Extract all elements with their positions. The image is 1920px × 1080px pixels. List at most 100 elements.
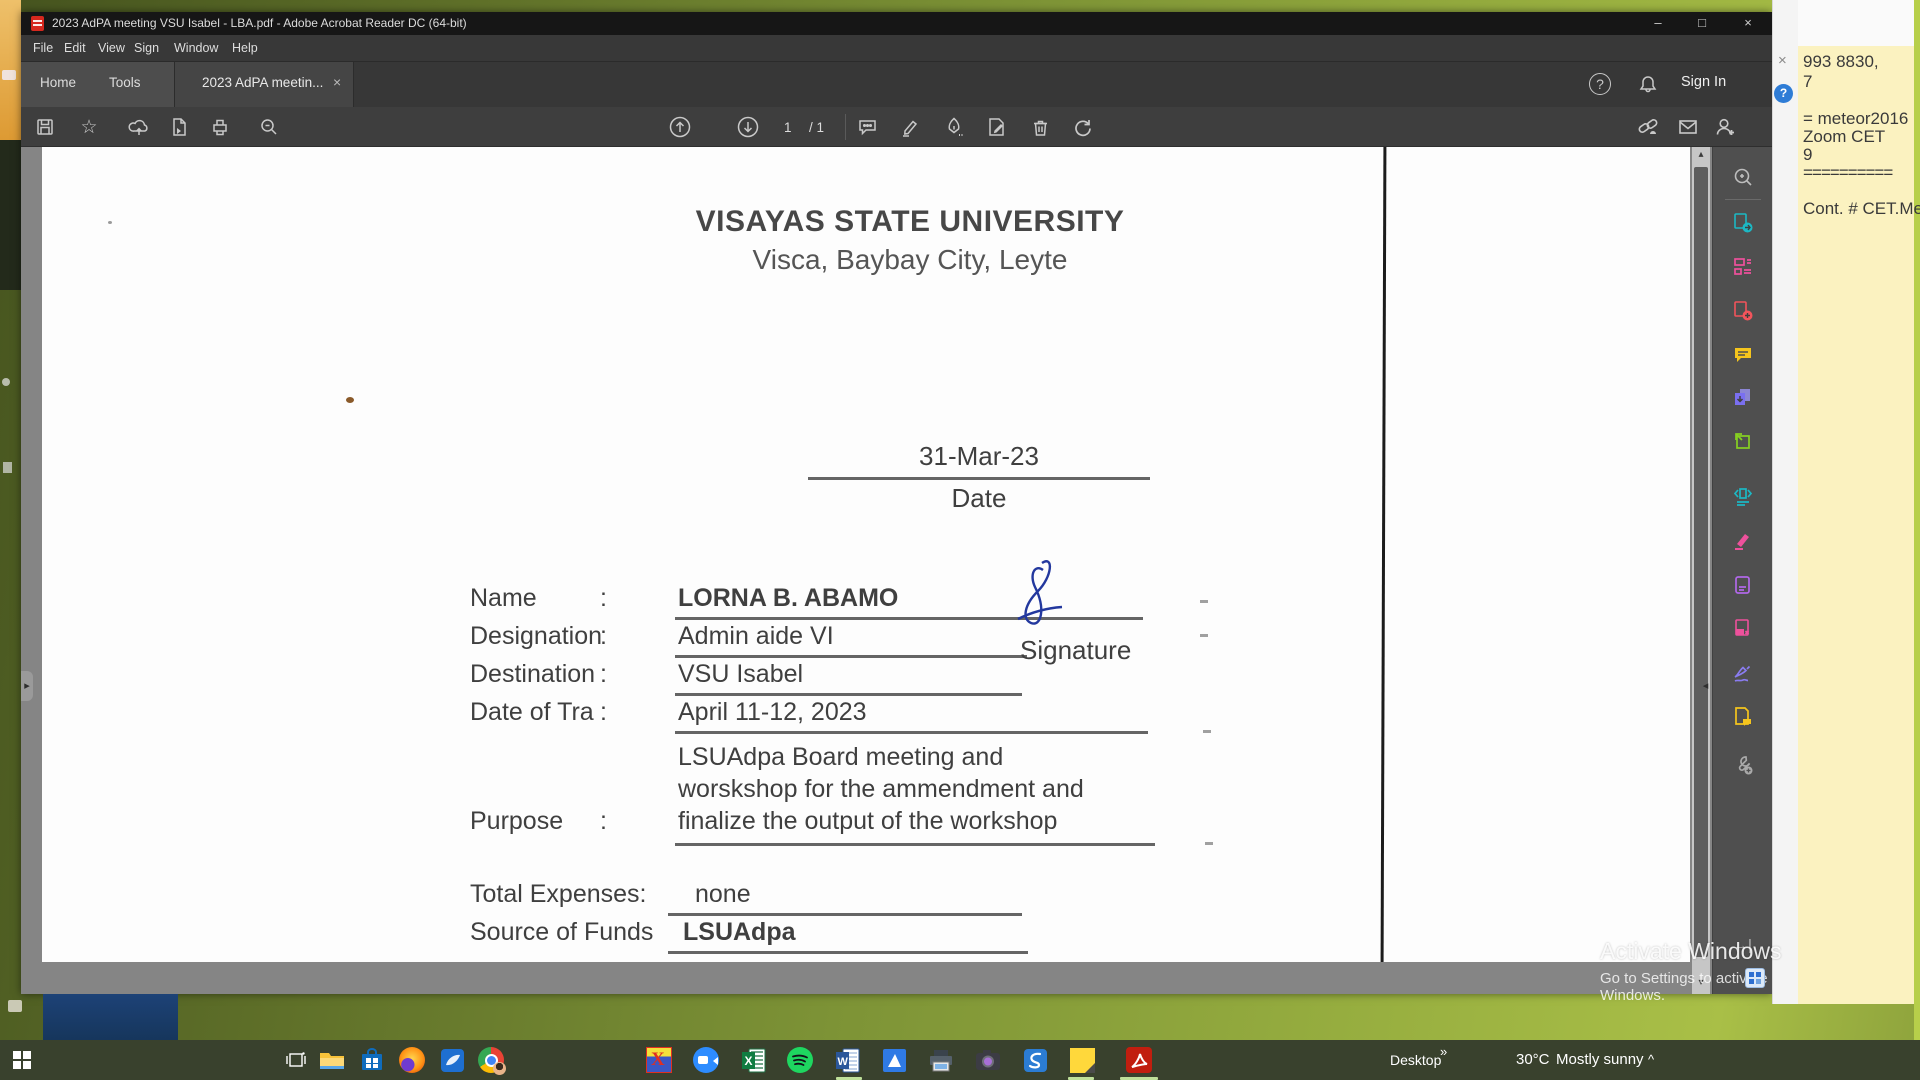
- camera-app-icon[interactable]: [974, 1046, 1002, 1074]
- highlight-tool-icon[interactable]: [1731, 529, 1755, 553]
- task-view-icon[interactable]: [282, 1046, 310, 1074]
- save-icon[interactable]: [33, 115, 57, 139]
- weather-condition-label[interactable]: Mostly sunny: [1556, 1051, 1644, 1068]
- menu-window[interactable]: Window: [174, 41, 218, 55]
- combine-files-icon[interactable]: [1731, 385, 1755, 409]
- cloud-upload-icon[interactable]: [127, 115, 151, 139]
- field-line: [675, 655, 1027, 658]
- scroll-up-arrow[interactable]: ▴: [1692, 149, 1710, 160]
- left-panel-expand-arrow[interactable]: ▸: [21, 671, 33, 701]
- search-zoom-icon[interactable]: [257, 115, 281, 139]
- ime-mini-icon[interactable]: [1745, 968, 1765, 988]
- start-button[interactable]: [8, 1046, 36, 1074]
- tab-document[interactable]: 2023 AdPA meetin... ×: [174, 62, 354, 107]
- help-icon[interactable]: ?: [1589, 73, 1611, 95]
- more-tools-icon[interactable]: [1731, 753, 1755, 777]
- doc-address: Visca, Baybay City, Leyte: [570, 244, 1250, 276]
- organize-pages-icon[interactable]: [1731, 255, 1755, 279]
- temperature-label[interactable]: 30°C: [1516, 1051, 1550, 1068]
- edit-pdf-icon[interactable]: [985, 115, 1009, 139]
- previous-page-icon[interactable]: [668, 115, 692, 139]
- tab-tools[interactable]: Tools: [109, 75, 141, 90]
- tools-pane: →|: [1712, 147, 1772, 994]
- panel-close-icon[interactable]: ×: [1778, 52, 1787, 69]
- pdf-xchange-icon[interactable]: X: [645, 1046, 673, 1074]
- highlighter-icon[interactable]: [898, 115, 922, 139]
- protect-pdf-icon[interactable]: [1731, 573, 1755, 597]
- toolbar-chevrons[interactable]: »: [1440, 1044, 1447, 1059]
- export-file-icon[interactable]: [167, 115, 191, 139]
- delete-icon[interactable]: [1028, 115, 1052, 139]
- microsoft-store-icon[interactable]: [358, 1046, 386, 1074]
- field-line: [675, 731, 1148, 734]
- toolbar-divider: [845, 114, 846, 140]
- next-page-icon[interactable]: [736, 115, 760, 139]
- desktop-icon-fragment: [8, 1000, 22, 1012]
- print-icon[interactable]: [208, 115, 232, 139]
- background-window-peek[interactable]: [43, 994, 178, 1040]
- firefox-icon[interactable]: [398, 1046, 426, 1074]
- sticky-note[interactable]: 993 8830, 7 = meteor2016 Zoom CET 9 ====…: [1798, 46, 1914, 1004]
- tab-home[interactable]: Home: [40, 75, 76, 90]
- menu-help[interactable]: Help: [232, 41, 258, 55]
- comment-tool-icon[interactable]: [1731, 343, 1755, 367]
- vertical-scrollbar[interactable]: ▴ ▾: [1692, 147, 1710, 994]
- compress-pdf-icon[interactable]: [1731, 617, 1755, 641]
- desktop: 2023 AdPA meeting VSU Isabel - LBA.pdf -…: [0, 0, 1920, 1080]
- send-for-comments-icon[interactable]: [1731, 705, 1755, 729]
- chrome-icon[interactable]: [477, 1046, 505, 1074]
- marquee-zoom-icon[interactable]: [1731, 165, 1755, 189]
- word-icon[interactable]: W: [833, 1046, 861, 1074]
- comment-icon[interactable]: [855, 115, 879, 139]
- close-button[interactable]: ×: [1731, 15, 1765, 33]
- snip-app-icon[interactable]: [880, 1046, 908, 1074]
- sticky-line: = meteor2016: [1803, 109, 1908, 129]
- spotify-icon[interactable]: [786, 1046, 814, 1074]
- star-icon[interactable]: ☆: [77, 115, 101, 139]
- file-explorer-icon[interactable]: [318, 1046, 346, 1074]
- field-label: Date of Tra: [470, 698, 594, 727]
- pdf-page[interactable]: VISAYAS STATE UNIVERSITY Visca, Baybay C…: [42, 147, 1690, 962]
- menu-file[interactable]: File: [33, 41, 53, 55]
- signature-scribble: [1010, 555, 1066, 640]
- acrobat-reader-icon[interactable]: [1125, 1046, 1153, 1074]
- sign-in-button[interactable]: Sign In: [1681, 74, 1726, 90]
- sign-pen-icon[interactable]: [942, 115, 966, 139]
- fill-sign-icon[interactable]: [1731, 661, 1755, 685]
- excel-icon[interactable]: X: [739, 1046, 767, 1074]
- email-icon[interactable]: [1676, 115, 1700, 139]
- zoom-icon[interactable]: [692, 1046, 720, 1074]
- minimize-button[interactable]: –: [1641, 15, 1675, 33]
- menu-view[interactable]: View: [98, 41, 125, 55]
- page-number-field[interactable]: 1: [784, 120, 792, 135]
- maximize-button[interactable]: □: [1685, 15, 1719, 33]
- menu-sign[interactable]: Sign: [134, 41, 159, 55]
- tools-pane-collapse-arrow[interactable]: ◂: [1699, 671, 1712, 701]
- scan-ocr-icon[interactable]: [1731, 485, 1755, 509]
- refresh-icon[interactable]: [1070, 115, 1094, 139]
- edit-pdf-tool-icon[interactable]: [1731, 429, 1755, 453]
- watermark-line1: Activate Windows: [1600, 938, 1782, 964]
- tray-expand-chevron[interactable]: ^: [1648, 1052, 1654, 1067]
- desktop-edge-bright: [1914, 0, 1920, 1040]
- title-bar: 2023 AdPA meeting VSU Isabel - LBA.pdf -…: [21, 12, 1772, 35]
- menu-edit[interactable]: Edit: [64, 41, 86, 55]
- activate-windows-hint: Go to Settings to activate Windows.: [1600, 970, 1800, 1004]
- mail-app-icon[interactable]: [438, 1046, 466, 1074]
- scrollbar-thumb[interactable]: [1694, 167, 1708, 957]
- help-badge[interactable]: ?: [1774, 84, 1793, 103]
- export-pdf-icon[interactable]: [1731, 211, 1755, 235]
- field-value-name: LORNA B. ABAMO: [678, 584, 898, 613]
- sway-app-icon[interactable]: [1021, 1046, 1049, 1074]
- tab-close-icon[interactable]: ×: [333, 74, 341, 90]
- share-link-icon[interactable]: [1637, 115, 1661, 139]
- desktop-toolbar-label[interactable]: Desktop: [1390, 1052, 1441, 1068]
- add-user-icon[interactable]: [1714, 115, 1738, 139]
- svg-text:W: W: [837, 1056, 848, 1068]
- bell-icon[interactable]: [1636, 72, 1660, 96]
- scan-mark: [1200, 634, 1208, 637]
- taskbar: X X W Desktop » 30°C Mostly sunny ^ X 9:…: [0, 1040, 1920, 1080]
- printer-app-icon[interactable]: [927, 1046, 955, 1074]
- sticky-notes-icon[interactable]: [1068, 1046, 1096, 1074]
- create-pdf-icon[interactable]: [1731, 299, 1755, 323]
